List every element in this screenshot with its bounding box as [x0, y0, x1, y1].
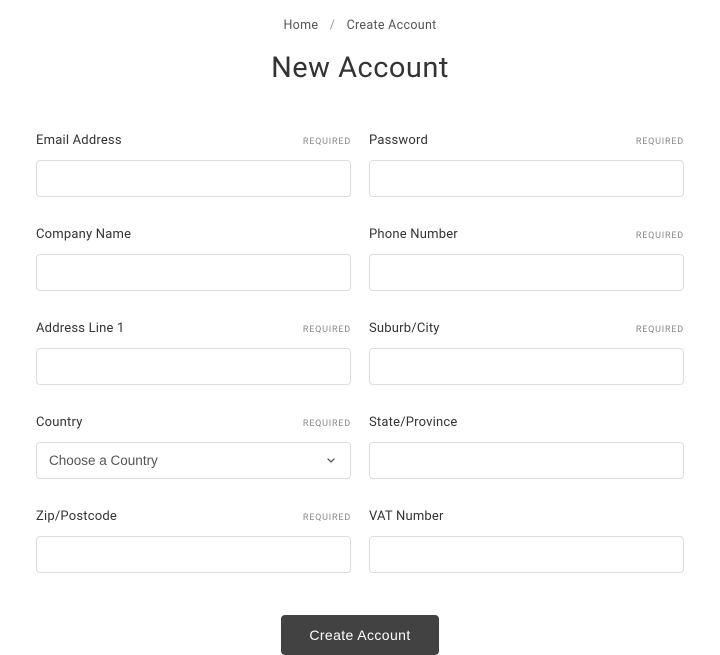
label-country: Country: [36, 415, 83, 430]
field-zip: Zip/Postcode REQUIRED: [36, 509, 351, 573]
field-address1: Address Line 1 REQUIRED: [36, 321, 351, 385]
vat-input[interactable]: [369, 536, 684, 573]
required-tag: REQUIRED: [303, 513, 351, 523]
field-state: State/Province: [369, 415, 684, 479]
phone-input[interactable]: [369, 254, 684, 291]
company-input[interactable]: [36, 254, 351, 291]
label-city: Suburb/City: [369, 321, 440, 336]
breadcrumb-home[interactable]: Home: [283, 18, 318, 33]
address1-input[interactable]: [36, 348, 351, 385]
required-tag: REQUIRED: [303, 137, 351, 147]
label-email: Email Address: [36, 133, 122, 148]
create-account-button[interactable]: Create Account: [281, 615, 438, 655]
label-company: Company Name: [36, 227, 131, 242]
label-vat: VAT Number: [369, 509, 444, 524]
required-tag: REQUIRED: [303, 325, 351, 335]
label-state: State/Province: [369, 415, 458, 430]
field-vat: VAT Number: [369, 509, 684, 573]
required-tag: REQUIRED: [636, 137, 684, 147]
required-tag: REQUIRED: [636, 325, 684, 335]
breadcrumb-separator: /: [330, 18, 335, 33]
city-input[interactable]: [369, 348, 684, 385]
state-input[interactable]: [369, 442, 684, 479]
country-select[interactable]: Choose a Country: [36, 442, 351, 479]
breadcrumb-current: Create Account: [347, 18, 437, 33]
required-tag: REQUIRED: [636, 231, 684, 241]
label-password: Password: [369, 133, 428, 148]
field-company: Company Name: [36, 227, 351, 291]
page-title: New Account: [0, 51, 720, 85]
label-zip: Zip/Postcode: [36, 509, 117, 524]
email-input[interactable]: [36, 160, 351, 197]
field-email: Email Address REQUIRED: [36, 133, 351, 197]
label-phone: Phone Number: [369, 227, 458, 242]
zip-input[interactable]: [36, 536, 351, 573]
field-city: Suburb/City REQUIRED: [369, 321, 684, 385]
field-phone: Phone Number REQUIRED: [369, 227, 684, 291]
label-address1: Address Line 1: [36, 321, 125, 336]
required-tag: REQUIRED: [303, 419, 351, 429]
create-account-form: Email Address REQUIRED Password REQUIRED…: [0, 85, 720, 655]
field-country: Country REQUIRED Choose a Country: [36, 415, 351, 479]
field-password: Password REQUIRED: [369, 133, 684, 197]
breadcrumb: Home / Create Account: [0, 0, 720, 33]
password-input[interactable]: [369, 160, 684, 197]
